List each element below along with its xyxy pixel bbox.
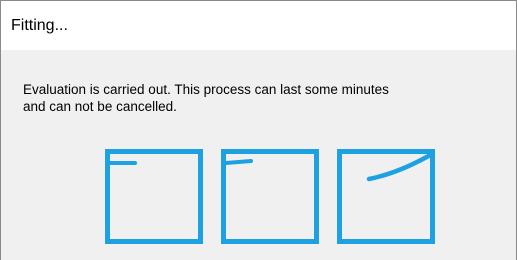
graph-frame xyxy=(221,149,319,244)
status-message-line-2: and can not be cancelled. xyxy=(23,99,177,114)
fit-graph-icon-2 xyxy=(221,149,319,244)
status-message: Evaluation is carried out. This process … xyxy=(23,81,503,115)
graph-frame xyxy=(337,149,435,244)
fit-graph-icon-1 xyxy=(105,149,203,244)
dialog-content: Evaluation is carried out. This process … xyxy=(1,50,516,260)
status-message-line-1: Evaluation is carried out. This process … xyxy=(23,82,389,97)
fit-curve xyxy=(224,159,253,165)
fit-graph-icon-3 xyxy=(337,149,435,244)
window-title: Fitting... xyxy=(11,17,68,34)
fitting-dialog: Fitting... Evaluation is carried out. Th… xyxy=(0,0,517,260)
title-bar[interactable]: Fitting... xyxy=(1,1,516,50)
fit-curve xyxy=(366,151,435,182)
